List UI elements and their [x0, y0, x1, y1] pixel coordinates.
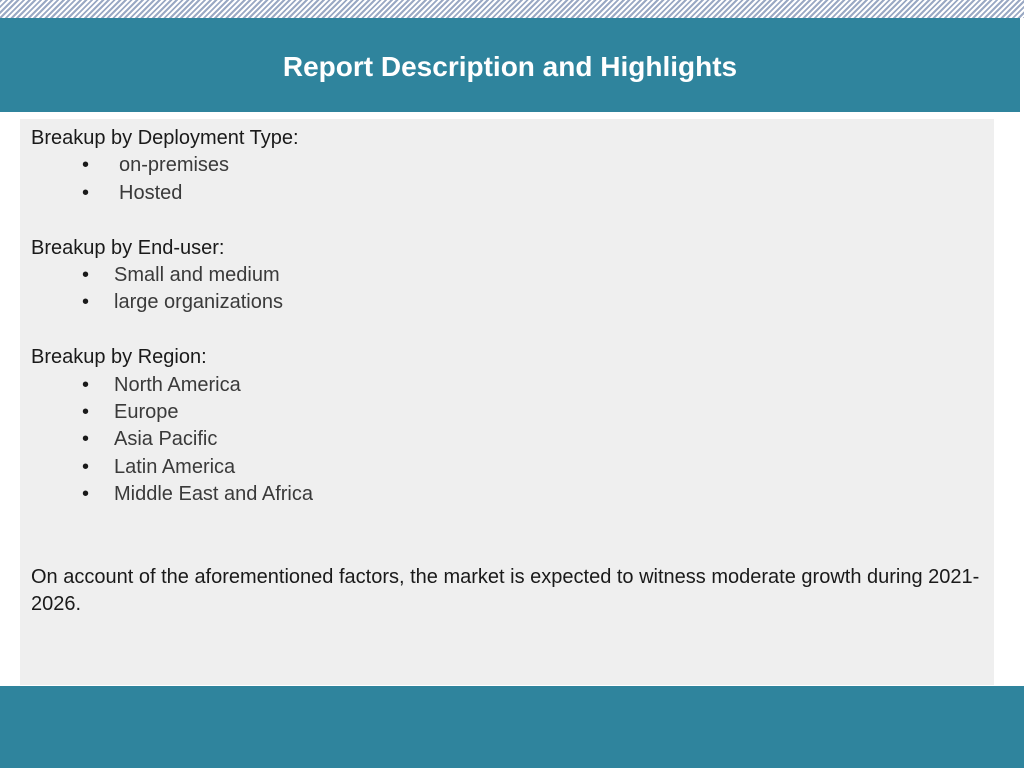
header-band: Report Description and Highlights	[0, 18, 1020, 112]
bullet-icon: •	[82, 401, 90, 424]
list-item: • Middle East and Africa	[31, 481, 994, 508]
summary-text: On account of the aforementioned factors…	[31, 565, 980, 616]
bullet-icon: •	[82, 483, 90, 506]
list-item-label: large organizations	[114, 291, 283, 314]
decorative-stripe	[0, 0, 1024, 18]
section-heading-end-user: Breakup by End-user:	[31, 236, 225, 259]
list-item: • Latin America	[31, 454, 994, 481]
list-item: • on-premises	[31, 152, 994, 179]
section-heading-region: Breakup by Region:	[31, 346, 207, 369]
content-panel: Breakup by Deployment Type: • on-premises…	[20, 119, 994, 685]
list-item: • North America	[31, 372, 994, 399]
list-item-label: Asia Pacific	[114, 428, 218, 451]
bullet-icon: •	[82, 428, 90, 451]
region-list: • North America • Europe • Asia Pacific • La…	[31, 372, 994, 509]
page-title: Report Description and Highlights	[282, 51, 738, 82]
list-item: • Small and medium	[31, 262, 994, 289]
bullet-icon: •	[82, 181, 90, 204]
list-item-label: Middle East and Africa	[114, 483, 313, 506]
bullet-icon: •	[82, 154, 90, 177]
list-item: • Asia Pacific	[31, 426, 994, 453]
list-item-label: Small and medium	[114, 264, 280, 287]
list-item: • Hosted	[31, 180, 994, 207]
list-item-label: on-premises	[119, 154, 230, 177]
bullet-icon: •	[82, 291, 90, 314]
end-user-list: • Small and medium • large organizations	[31, 262, 994, 317]
section-heading-deployment: Breakup by Deployment Type:	[31, 127, 299, 149]
deployment-list: • on-premises • Hosted	[31, 152, 994, 207]
list-item-label: North America	[114, 373, 241, 396]
footer-band	[0, 686, 1024, 768]
bullet-icon: •	[82, 455, 90, 478]
bullet-icon: •	[82, 264, 90, 287]
bullet-icon: •	[82, 373, 90, 396]
list-item-label: Hosted	[119, 181, 183, 204]
list-item: • large organizations	[31, 289, 994, 316]
list-item-label: Latin America	[114, 455, 236, 478]
list-item-label: Europe	[114, 401, 179, 424]
list-item: • Europe	[31, 399, 994, 426]
